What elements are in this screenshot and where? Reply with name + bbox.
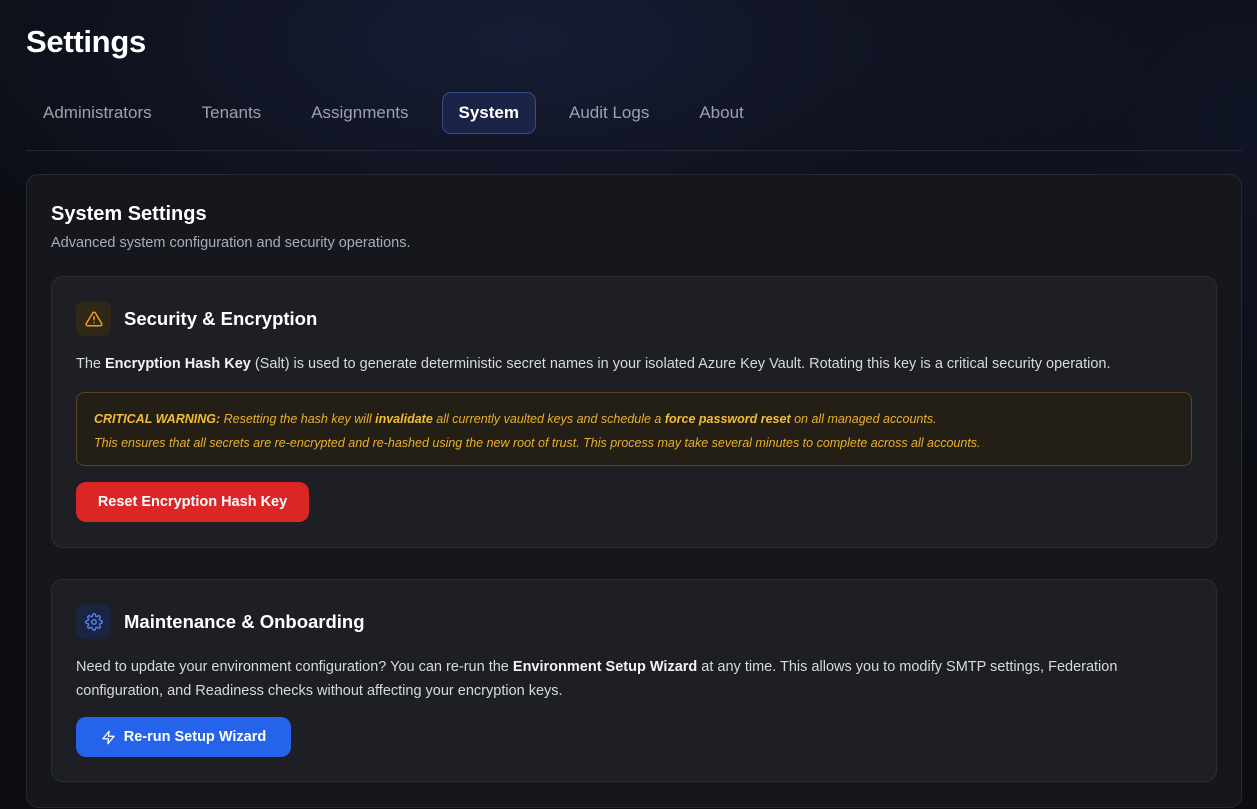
- maintenance-onboarding-section: Maintenance & Onboarding Need to update …: [51, 579, 1217, 782]
- tab-about[interactable]: About: [682, 92, 760, 134]
- security-description-text: The: [76, 356, 106, 372]
- lightning-bolt-icon: [101, 730, 116, 745]
- security-description: The Encryption Hash Key (Salt) is used t…: [76, 352, 1192, 376]
- page-title: Settings: [26, 24, 146, 59]
- tab-system[interactable]: System: [441, 92, 536, 134]
- critical-warning-box: CRITICAL WARNING: Resetting the hash key…: [76, 392, 1192, 466]
- rerun-setup-wizard-label: Re-run Setup Wizard: [123, 729, 267, 745]
- tab-assignments[interactable]: Assignments: [294, 92, 425, 134]
- reset-encryption-hash-key-button[interactable]: Reset Encryption Hash Key: [76, 482, 309, 522]
- security-section-header: Security & Encryption: [76, 301, 317, 336]
- security-encryption-section: Security & Encryption The Encryption Has…: [51, 276, 1217, 548]
- warning-text: all currently vaulted keys and schedule …: [432, 412, 665, 426]
- maintenance-section-header: Maintenance & Onboarding: [76, 604, 365, 639]
- warning-triangle-icon: [76, 301, 111, 336]
- warning-text: on all managed accounts.: [790, 412, 937, 426]
- warning-emphasis-invalidate: invalidate: [375, 412, 433, 426]
- system-settings-subtitle: Advanced system configuration and securi…: [51, 235, 411, 251]
- encryption-hash-key-term: Encryption Hash Key: [105, 356, 251, 372]
- warning-line-2: This ensures that all secrets are re-enc…: [94, 436, 981, 450]
- system-settings-card: System Settings Advanced system configur…: [26, 174, 1242, 808]
- tab-administrators[interactable]: Administrators: [26, 92, 169, 134]
- maintenance-section-title: Maintenance & Onboarding: [124, 610, 365, 632]
- gear-icon: [76, 604, 111, 639]
- security-section-title: Security & Encryption: [124, 307, 318, 329]
- warning-emphasis-force-reset: force password reset: [664, 412, 791, 426]
- warning-line-1: CRITICAL WARNING: Resetting the hash key…: [94, 407, 1175, 431]
- rerun-setup-wizard-button[interactable]: Re-run Setup Wizard: [76, 717, 291, 757]
- tab-bar: Administrators Tenants Assignments Syste…: [26, 92, 1242, 151]
- warning-text: Resetting the hash key will: [220, 412, 376, 426]
- critical-warning-label: CRITICAL WARNING:: [94, 412, 221, 426]
- tab-tenants[interactable]: Tenants: [185, 92, 279, 134]
- maintenance-description-text: Need to update your environment configur…: [76, 659, 513, 675]
- maintenance-description: Need to update your environment configur…: [76, 655, 1192, 703]
- security-description-text-end: (Salt) is used to generate deterministic…: [250, 356, 1111, 372]
- system-settings-title: System Settings: [51, 203, 207, 225]
- setup-wizard-term: Environment Setup Wizard: [512, 659, 698, 675]
- tab-audit-logs[interactable]: Audit Logs: [552, 92, 666, 134]
